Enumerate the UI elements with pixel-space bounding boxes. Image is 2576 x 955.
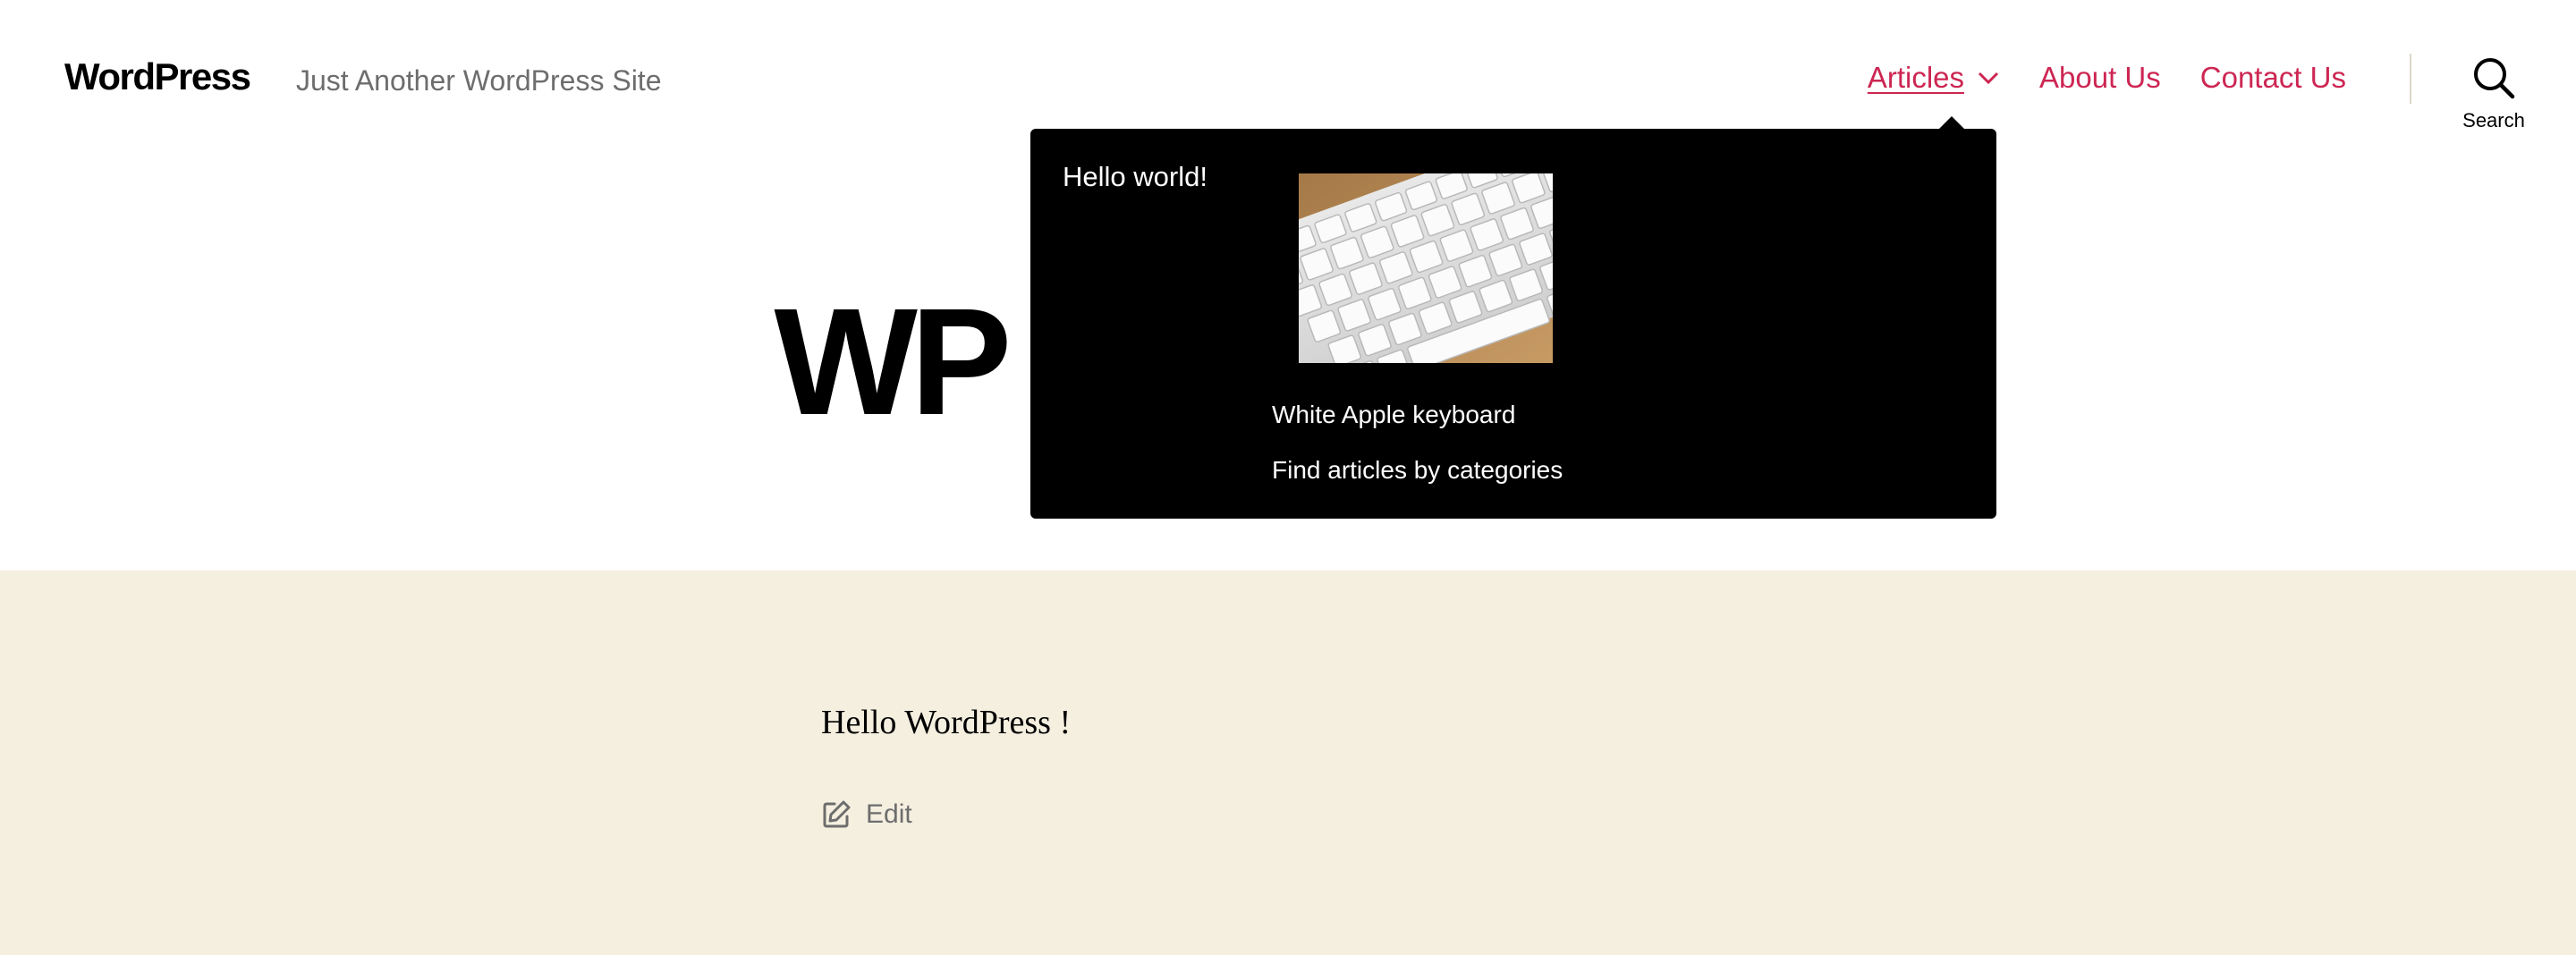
articles-submenu: Hello world! White Apple keyboard Find a… bbox=[1030, 129, 1996, 519]
site-title[interactable]: WordPress bbox=[64, 55, 251, 98]
edit-icon bbox=[823, 800, 851, 828]
nav-item-about-us[interactable]: About Us bbox=[2039, 61, 2161, 95]
nav-item-contact-us[interactable]: Contact Us bbox=[2200, 61, 2346, 95]
nav-item-label: Articles bbox=[1867, 61, 1965, 94]
chevron-down-icon[interactable] bbox=[1977, 70, 2000, 86]
search-label: Search bbox=[2462, 109, 2525, 131]
nav-item-label: Contact Us bbox=[2199, 61, 2346, 94]
edit-link[interactable]: Edit bbox=[821, 799, 912, 830]
categories-link[interactable]: Find articles by categories bbox=[1272, 456, 1563, 485]
header-divider bbox=[2410, 54, 2411, 104]
keyboard-image[interactable] bbox=[1299, 173, 1553, 363]
edit-label: Edit bbox=[866, 799, 912, 829]
submenu-post-link[interactable]: Hello world! bbox=[1063, 161, 1208, 193]
primary-nav: Articles About Us Contact Us bbox=[1868, 61, 2346, 95]
nav-item-articles[interactable]: Articles bbox=[1868, 61, 2000, 95]
keyboard-illustration bbox=[1299, 173, 1553, 363]
image-caption-link[interactable]: White Apple keyboard bbox=[1272, 401, 1515, 429]
search-icon bbox=[2474, 58, 2515, 99]
nav-item-label: About Us bbox=[2039, 61, 2161, 94]
content-section: Hello WordPress ! Edit bbox=[0, 570, 2576, 955]
search-toggle-button[interactable]: Search bbox=[2451, 55, 2537, 136]
site-description: Just Another WordPress Site bbox=[296, 64, 662, 97]
post-content-text: Hello WordPress ! bbox=[821, 704, 1072, 741]
